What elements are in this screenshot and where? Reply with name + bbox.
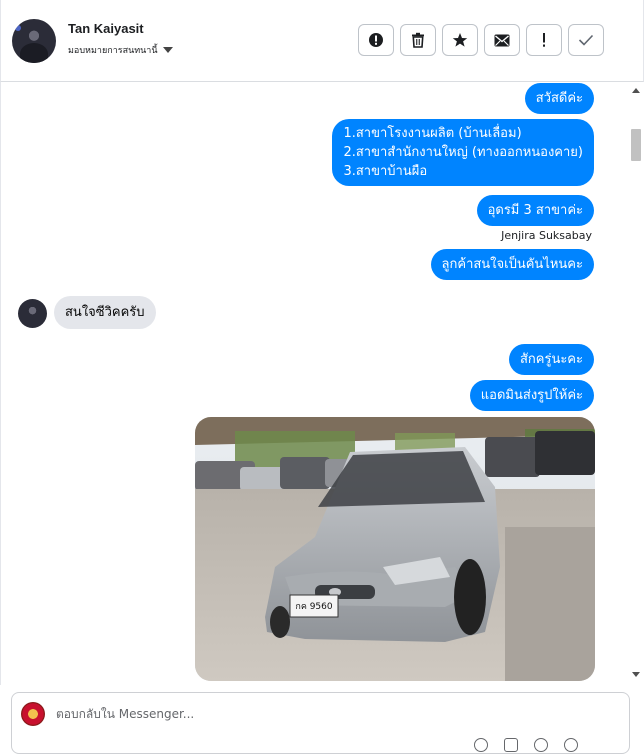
- message-outgoing[interactable]: สวัสดีค่ะ: [524, 83, 594, 114]
- mark-done-button[interactable]: [568, 24, 604, 56]
- conversation-header: Tan Kaiyasit มอบหมายการสนทนานี้: [0, 0, 644, 82]
- reply-composer: [11, 692, 630, 754]
- reply-input[interactable]: [56, 707, 456, 721]
- message-outgoing[interactable]: แอดมินส่งรูปให้ค่ะ: [469, 380, 594, 411]
- conversation-toolbar: [358, 24, 604, 56]
- spam-icon: [369, 33, 383, 47]
- message-outgoing[interactable]: ลูกค้าสนใจเป็นคันไหนคะ: [430, 249, 594, 280]
- contact-avatar[interactable]: [12, 19, 56, 63]
- message-text: 1.สาขาโรงงานผลิต (บ้านเลื่อม): [343, 126, 522, 141]
- caret-down-icon: [162, 47, 173, 53]
- message-outgoing[interactable]: 1.สาขาโรงงานผลิต (บ้านเลื่อม) 2.สาขาสำนั…: [332, 119, 594, 186]
- composer-actions: [474, 738, 578, 752]
- message-incoming[interactable]: สนใจซีวิคครับ: [54, 296, 156, 329]
- follow-up-button[interactable]: [526, 24, 562, 56]
- message-outgoing[interactable]: อุดรมี 3 สาขาค่ะ: [476, 195, 594, 226]
- scroll-up-arrow-icon[interactable]: [632, 88, 640, 93]
- photo-attachment[interactable]: กค 9560: [195, 417, 595, 681]
- sender-label: Jenjira Suksabay: [501, 229, 592, 242]
- scroll-down-arrow-icon[interactable]: [632, 672, 640, 677]
- message-text: สนใจซีวิคครับ: [65, 305, 145, 320]
- contact-avatar-small[interactable]: [18, 299, 47, 328]
- spam-button[interactable]: [358, 24, 394, 56]
- message-text: สักครู่นะคะ: [519, 352, 583, 367]
- emoji-icon[interactable]: [534, 738, 548, 752]
- attachment-icon[interactable]: [474, 738, 488, 752]
- car-photo: กค 9560: [195, 417, 595, 681]
- message-text: ลูกค้าสนใจเป็นคันไหนคะ: [441, 257, 583, 272]
- settings-icon[interactable]: [564, 738, 578, 752]
- license-plate-text: กค 9560: [295, 602, 333, 612]
- assign-conversation-dropdown[interactable]: มอบหมายการสนทนานี้: [68, 43, 173, 57]
- delete-button[interactable]: [400, 24, 436, 56]
- image-icon[interactable]: [504, 738, 518, 752]
- message-outgoing[interactable]: สักครู่นะคะ: [508, 344, 594, 375]
- mark-unread-button[interactable]: [484, 24, 520, 56]
- star-button[interactable]: [442, 24, 478, 56]
- envelope-icon: [494, 34, 510, 46]
- message-text: 2.สาขาสำนักงานใหญ่ (ทางออกหนองคาย): [343, 145, 583, 160]
- assign-label: มอบหมายการสนทนานี้: [68, 46, 158, 56]
- page-avatar: [21, 702, 45, 726]
- message-text: อุดรมี 3 สาขาค่ะ: [487, 203, 583, 218]
- message-thread[interactable]: สวัสดีค่ะ 1.สาขาโรงงานผลิต (บ้านเลื่อม) …: [0, 82, 644, 685]
- message-text: สวัสดีค่ะ: [535, 91, 583, 106]
- message-text: แอดมินส่งรูปให้ค่ะ: [480, 388, 583, 403]
- message-text: 3.สาขาบ้านผือ: [343, 164, 428, 179]
- chat-scrollbar[interactable]: [627, 82, 644, 685]
- check-icon: [578, 34, 594, 46]
- scrollbar-thumb[interactable]: [631, 129, 641, 161]
- exclamation-icon: [543, 33, 545, 47]
- trash-icon: [412, 32, 424, 48]
- star-icon: [452, 33, 468, 47]
- contact-name[interactable]: Tan Kaiyasit: [68, 21, 144, 36]
